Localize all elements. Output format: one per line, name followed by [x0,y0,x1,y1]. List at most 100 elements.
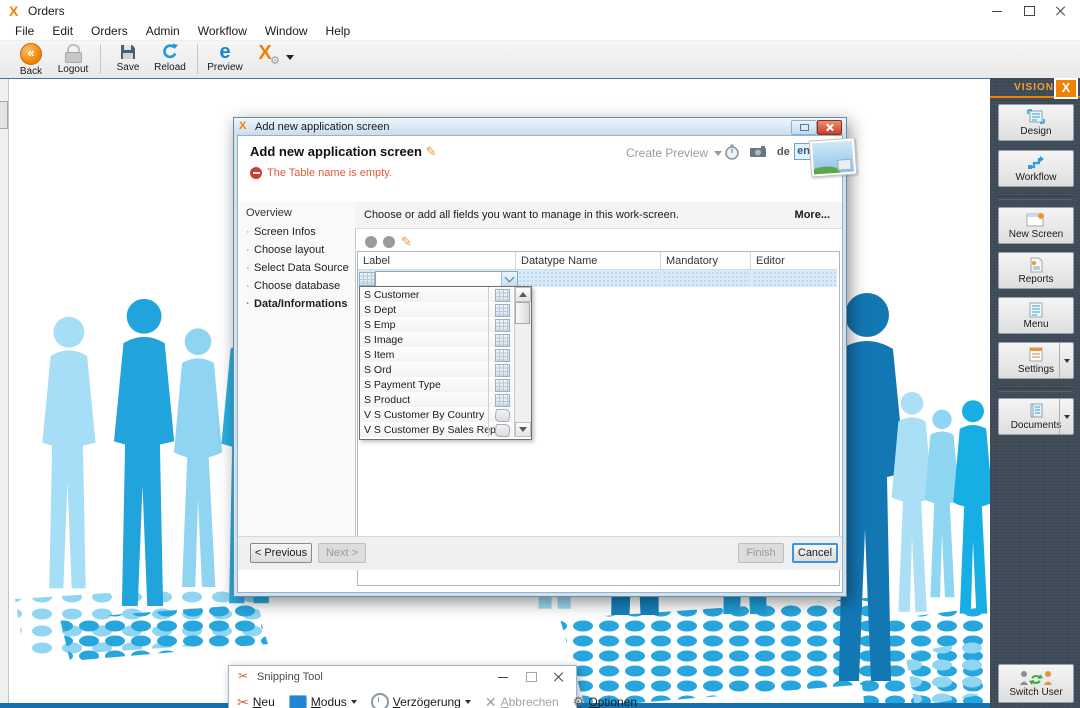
menu-file[interactable]: File [6,22,43,40]
menu-edit[interactable]: Edit [43,22,82,40]
gear-icon: ⚙ [573,694,585,708]
list-item[interactable]: S Item [360,347,513,363]
menu-help[interactable]: Help [317,22,360,40]
language-de-button[interactable]: de [777,146,790,158]
preview-button[interactable]: e Preview [204,41,246,78]
add-screen-dialog: X Add new application screen Add new app… [233,117,847,597]
new-field-row [358,270,837,287]
nav-item-choose-layout[interactable]: Choose layout [254,244,324,256]
menu-orders[interactable]: Orders [82,22,137,40]
list-item[interactable]: V S Customer By Country [360,407,513,423]
list-item[interactable]: S Payment Type [360,377,513,393]
switch-user-icon [1019,670,1053,686]
dropdown-scrollbar[interactable] [514,287,531,437]
stopwatch-icon[interactable] [724,144,740,160]
finish-button[interactable]: Finish [738,543,784,563]
menu-admin[interactable]: Admin [137,22,189,40]
dialog-close-button[interactable] [817,120,842,135]
sidebar-button-design[interactable]: Design [998,104,1074,141]
nav-item-screen-infos[interactable]: Screen Infos [254,226,316,238]
list-item[interactable]: S Image [360,332,513,348]
switch-user-button[interactable]: Switch User [998,664,1074,703]
snip-close-button[interactable] [544,669,574,685]
minimize-button[interactable] [982,2,1012,20]
add-record-button[interactable] [365,236,377,248]
maximize-button[interactable] [1014,2,1044,20]
app-titlebar: X Orders [0,0,1080,22]
camera-icon[interactable] [750,146,767,158]
sidebar-button-new-screen[interactable]: New Screen [998,207,1074,244]
brand-logo-button[interactable]: X ⚙ [246,41,284,78]
label-combobox-input[interactable] [377,272,499,284]
list-item[interactable]: S Ord [360,362,513,378]
scroll-down-button[interactable] [515,422,531,437]
scroll-up-button[interactable] [515,287,531,302]
label-combobox[interactable] [375,271,518,287]
back-button[interactable]: « Back [10,41,52,78]
mandatory-cell [663,271,749,286]
snip-new-button[interactable]: ✂ Neu [237,694,275,708]
toolbar-separator [100,44,101,74]
scrollbar-thumb[interactable] [515,302,530,324]
edit-record-icon[interactable]: ✎ [401,234,412,250]
view-icon [494,424,511,437]
validation-error: The Table name is empty. [250,167,392,179]
error-icon [250,167,262,179]
table-row-icon [359,272,375,286]
reload-button[interactable]: Reload [149,41,191,78]
brand-x-gear-icon: X ⚙ [250,43,280,65]
create-preview-dropdown[interactable]: Create Preview [626,146,722,160]
dialog-restore-button[interactable] [791,120,817,135]
snip-options-button[interactable]: ⚙ Optionen [573,694,637,708]
list-column-separator [488,287,489,437]
brand-name: VISION [1014,82,1054,93]
close-button[interactable] [1046,2,1076,20]
snipping-tool-window: ✂ Snipping Tool ✂ Neu Modus Verzögerung … [228,665,577,708]
nav-header: Overview [246,207,292,219]
list-item[interactable]: S Dept [360,302,513,318]
next-button[interactable]: Next > [318,543,366,563]
sidebar-button-documents[interactable]: Documents [998,398,1074,435]
sidebar-separator [998,388,1072,392]
previous-button[interactable]: < Previous [250,543,312,563]
snipping-titlebar[interactable]: ✂ Snipping Tool [229,666,576,688]
nav-item-select-data-source[interactable]: Select Data Source [254,262,349,274]
menu-window[interactable]: Window [256,22,317,40]
logout-button[interactable]: Logout [52,41,94,78]
snip-minimize-button[interactable] [488,669,518,685]
preview-image-icon[interactable] [809,137,857,177]
refresh-icon [161,43,179,61]
snip-delay-button[interactable]: Verzögerung [371,693,471,708]
snip-maximize-button[interactable] [516,669,546,685]
sidebar-button-menu[interactable]: Menu [998,297,1074,334]
sidebar-button-reports[interactable]: Reports [998,252,1074,289]
dialog-footer: < Previous Next > Finish Cancel [238,536,842,570]
list-item[interactable]: S Customer [360,287,513,303]
sidebar-button-settings[interactable]: Settings [998,342,1074,379]
collapsed-panel-tab[interactable] [0,101,8,129]
editor-cell [753,271,836,286]
snip-cancel-button[interactable]: ✕ Abbrechen [485,694,559,708]
brand-x-icon: X [1054,78,1078,99]
remove-record-button[interactable] [383,236,395,248]
sidebar-button-workflow[interactable]: Workflow [998,150,1074,187]
scissors-icon: ✂ [238,669,248,683]
list-item[interactable]: V S Customer By Sales Rep [360,422,513,437]
documents-dropdown-arrow[interactable] [1059,399,1073,434]
toolbar-dropdown-arrow[interactable] [286,55,294,60]
dialog-titlebar[interactable]: X Add new application screen [234,118,846,135]
nav-item-data-informations[interactable]: Data/Informations [254,298,348,310]
settings-dropdown-arrow[interactable] [1059,343,1073,378]
nav-item-choose-database[interactable]: Choose database [254,280,340,292]
column-header-label: Label [358,252,516,270]
save-button[interactable]: Save [107,41,149,78]
cancel-button[interactable]: Cancel [792,543,838,563]
design-icon [1027,109,1045,125]
list-item[interactable]: S Product [360,392,513,408]
menu-workflow[interactable]: Workflow [189,22,256,40]
snip-mode-button[interactable]: Modus [289,695,357,708]
table-icon [495,394,510,407]
more-link[interactable]: More... [795,209,830,221]
list-item[interactable]: S Emp [360,317,513,333]
combobox-dropdown-button[interactable] [501,272,517,286]
